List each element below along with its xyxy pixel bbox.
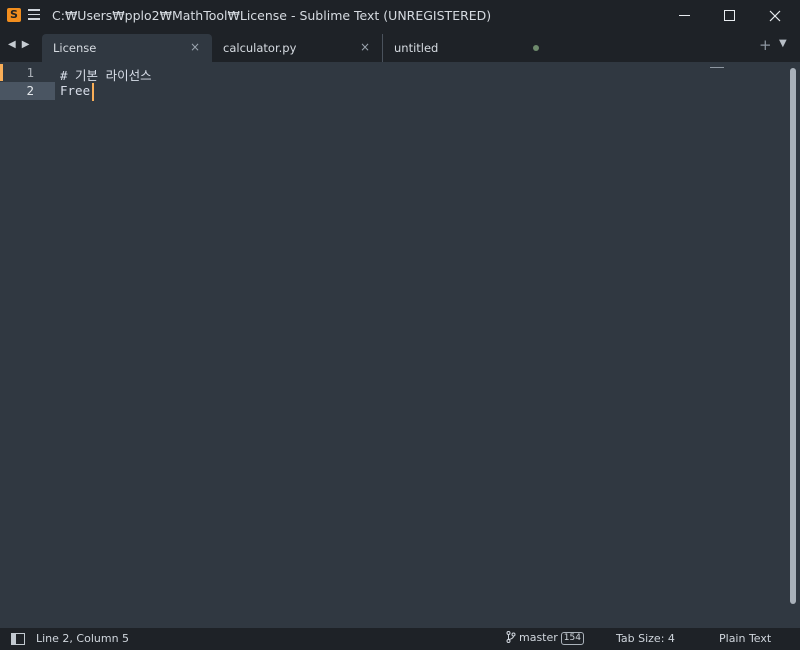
status-bar: Line 2, Column 5 master 154 Tab Size: 4 P… xyxy=(0,628,800,650)
tab-label: calculator.py xyxy=(223,41,297,55)
back-arrow-icon[interactable]: ◀ xyxy=(8,39,16,50)
code-line[interactable]: Free xyxy=(60,83,90,98)
sidebar-toggle-icon[interactable] xyxy=(11,633,25,645)
tab-navigation: ◀ ▶ xyxy=(8,39,35,50)
line-number: 1 xyxy=(26,65,34,80)
tab-close-icon[interactable]: × xyxy=(360,40,370,54)
tab-untitled[interactable]: untitled xyxy=(382,34,553,62)
text-cursor xyxy=(92,83,94,101)
close-icon xyxy=(769,10,781,22)
tab-license[interactable]: License × xyxy=(42,34,212,62)
tab-close-icon[interactable]: × xyxy=(190,40,200,54)
branch-name: master xyxy=(519,631,558,644)
maximize-button[interactable] xyxy=(706,0,752,32)
sublime-logo-icon: S xyxy=(7,8,21,22)
cursor-position[interactable]: Line 2, Column 5 xyxy=(36,632,129,645)
tab-list-dropdown-icon[interactable]: ▼ xyxy=(779,38,787,49)
git-branch-icon xyxy=(506,631,516,643)
tab-label: License xyxy=(53,41,97,55)
git-branch[interactable]: master 154 xyxy=(506,631,584,645)
forward-arrow-icon[interactable]: ▶ xyxy=(22,39,30,50)
minimize-button[interactable] xyxy=(662,0,708,32)
tab-size-selector[interactable]: Tab Size: 4 xyxy=(616,632,675,645)
tab-bar: ◀ ▶ License × calculator.py × untitled xyxy=(0,32,800,62)
gutter-line-current: 2 xyxy=(0,82,55,100)
branch-change-count: 154 xyxy=(560,632,584,645)
syntax-selector[interactable]: Plain Text xyxy=(719,632,771,645)
tab-label: untitled xyxy=(394,41,439,55)
maximize-icon xyxy=(724,10,735,21)
title-bar: S C:₩Users₩pplo2₩MathTool₩License - Subl… xyxy=(0,0,800,32)
scrollbar-thumb[interactable] xyxy=(790,68,796,604)
editor-area[interactable]: 1 2 # 기본 라이선스 Free xyxy=(0,62,800,628)
vertical-scrollbar[interactable] xyxy=(788,64,798,610)
tab-calculator-py[interactable]: calculator.py × xyxy=(212,34,382,62)
minimap-icon xyxy=(710,62,724,68)
line-number: 2 xyxy=(26,83,34,98)
close-window-button[interactable] xyxy=(752,0,798,32)
sublime-window: S C:₩Users₩pplo2₩MathTool₩License - Subl… xyxy=(0,0,800,650)
new-tab-icon[interactable]: + xyxy=(759,36,772,54)
window-title: C:₩Users₩pplo2₩MathTool₩License - Sublim… xyxy=(52,8,492,23)
minimize-icon xyxy=(679,15,690,16)
code-line[interactable]: # 기본 라이선스 xyxy=(60,65,152,84)
gutter-line: 1 xyxy=(0,64,55,82)
hamburger-menu-icon[interactable] xyxy=(28,9,40,21)
unsaved-dot-icon[interactable] xyxy=(533,45,539,51)
